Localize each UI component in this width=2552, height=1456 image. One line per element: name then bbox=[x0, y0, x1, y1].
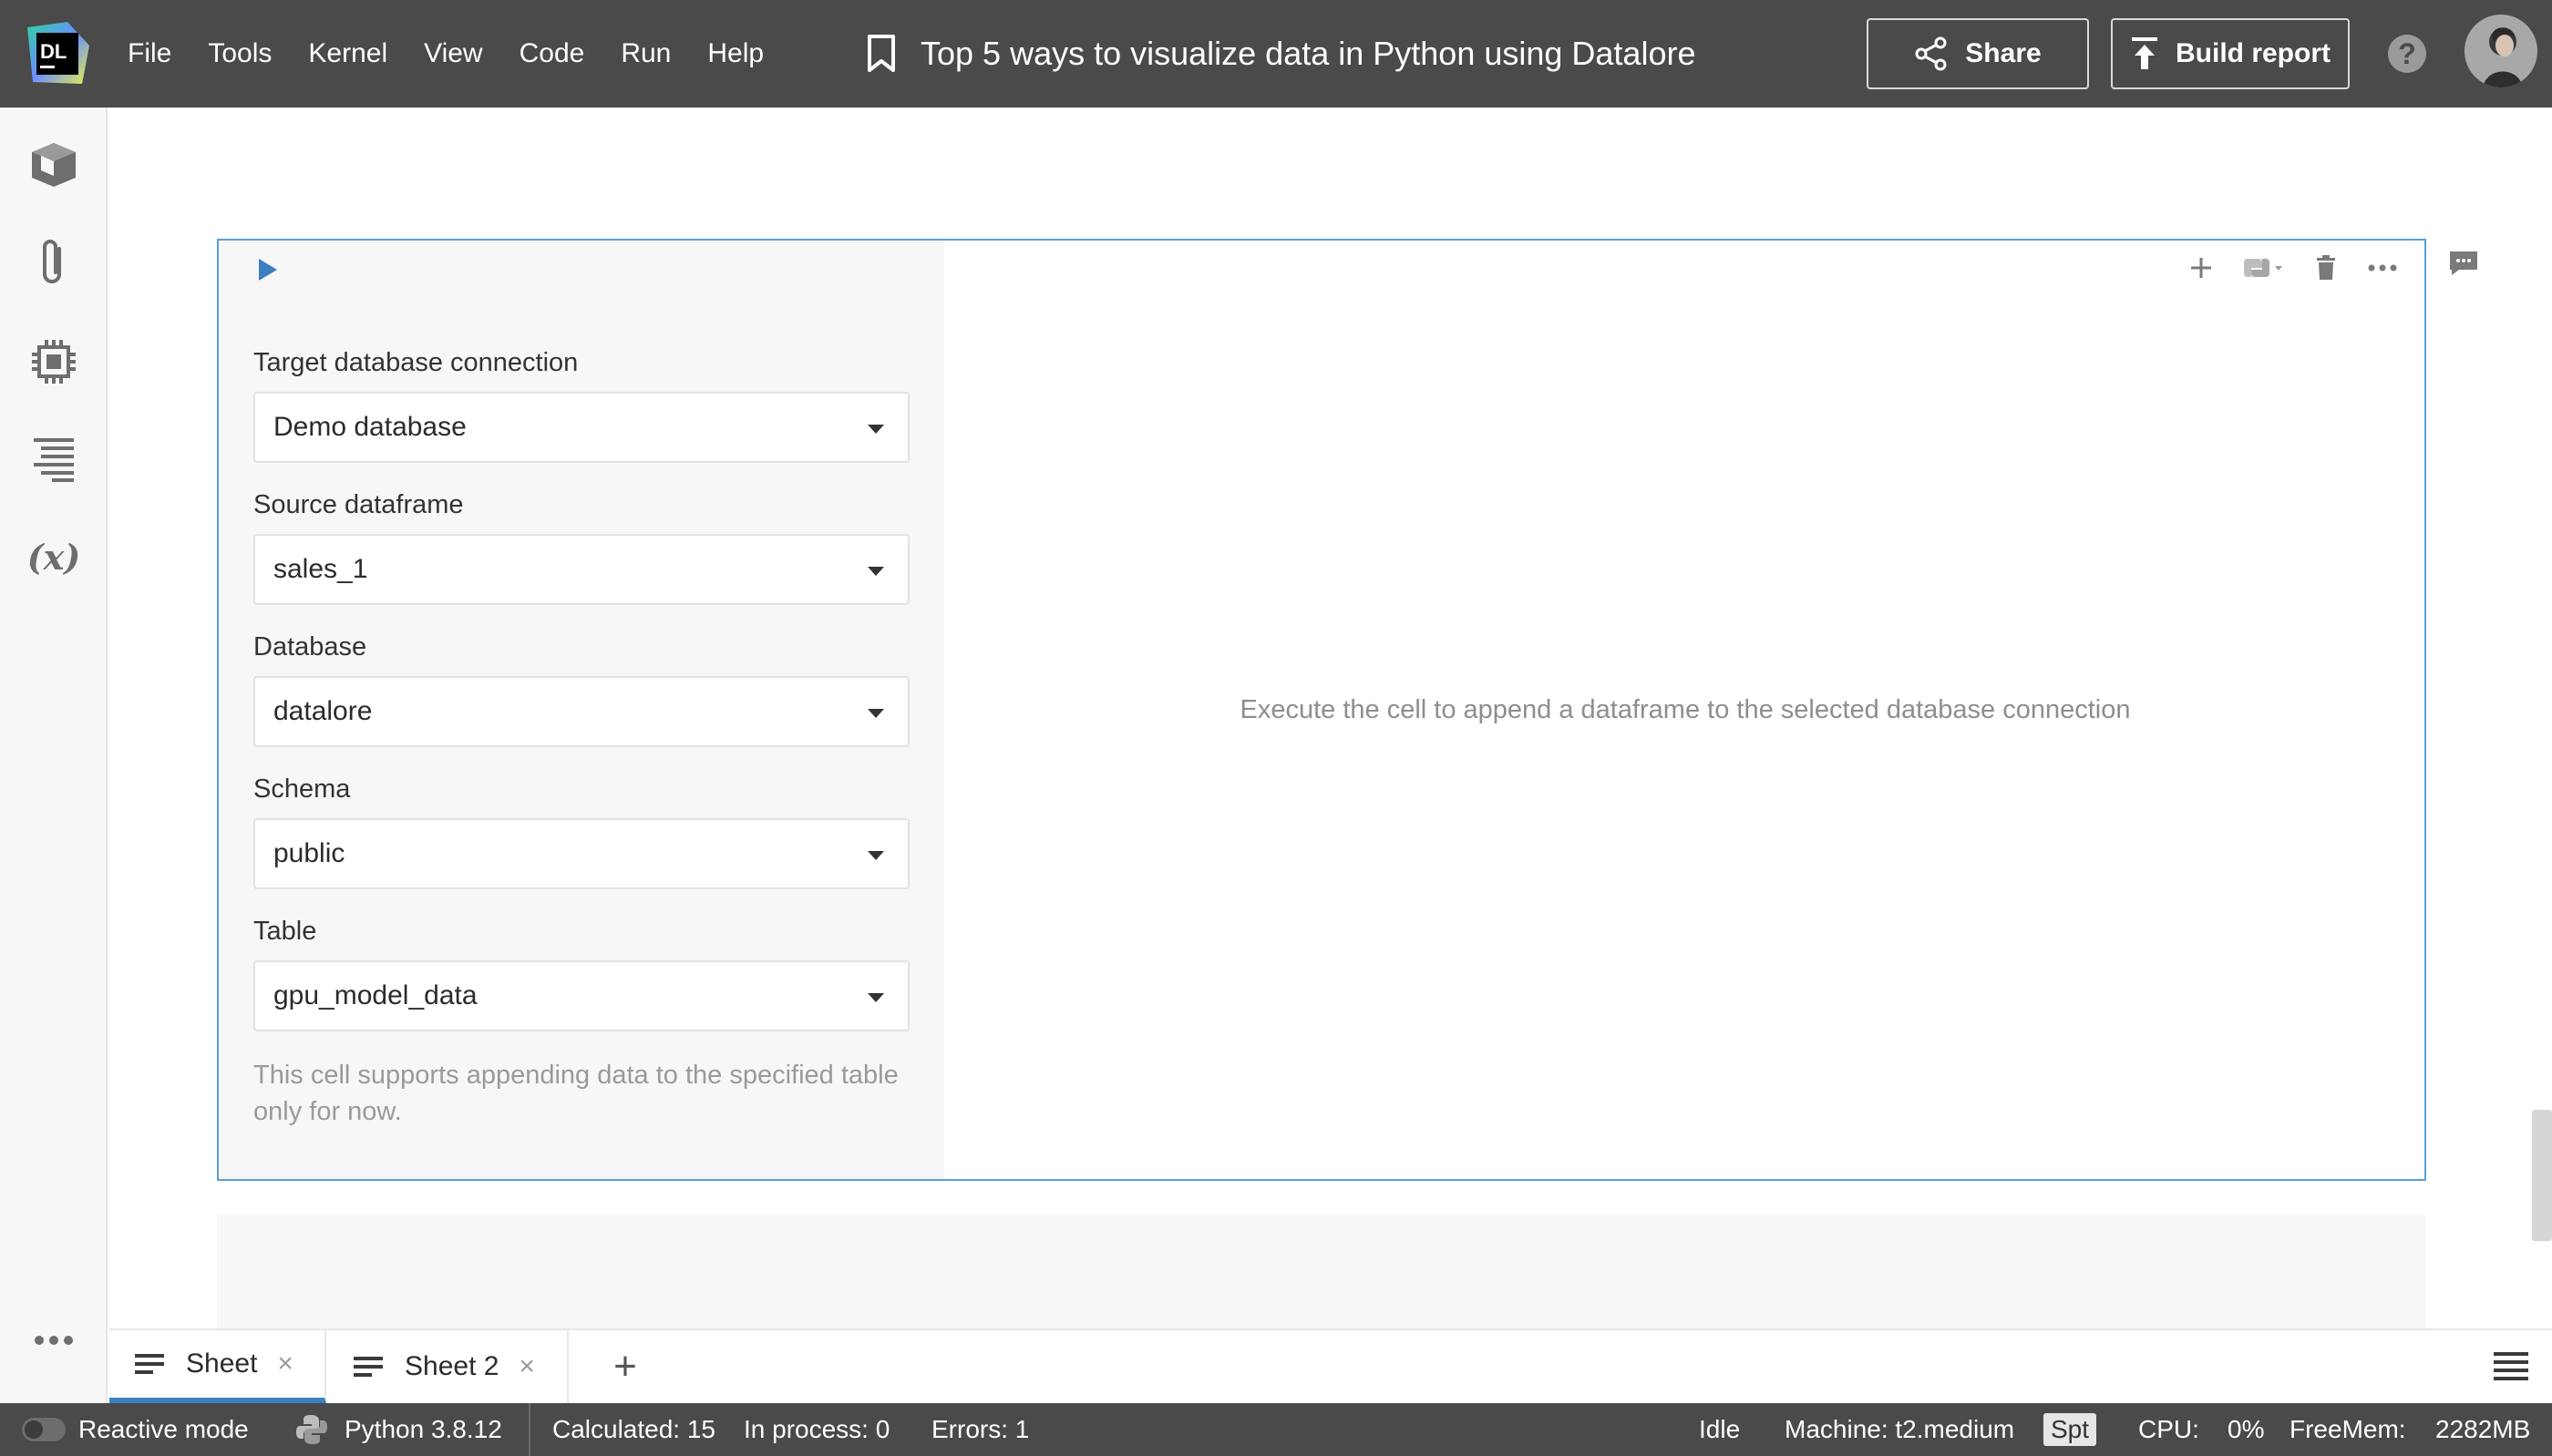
table-label: Table bbox=[253, 917, 317, 946]
table-value: gpu_model_data bbox=[273, 980, 478, 1010]
target-connection-value: Demo database bbox=[273, 412, 467, 442]
python-icon bbox=[296, 1415, 327, 1444]
upload-icon bbox=[2132, 37, 2157, 69]
chevron-down-icon bbox=[868, 851, 884, 860]
top-bar: DL File Tools Kernel View Code Run Help … bbox=[0, 0, 2552, 108]
left-sidebar: (x) bbox=[0, 108, 108, 1403]
chevron-down-icon bbox=[868, 425, 884, 434]
schema-label: Schema bbox=[253, 774, 351, 804]
datalore-logo[interactable]: DL bbox=[22, 18, 93, 89]
kernel-version[interactable]: Python 3.8.12 bbox=[295, 1403, 502, 1456]
status-bar: Reactive mode Python 3.8.12 Calculated: … bbox=[0, 1403, 2552, 1456]
sheet-icon bbox=[354, 1357, 383, 1377]
machine-type[interactable]: Machine: t2.medium bbox=[1785, 1403, 2014, 1456]
chip-icon[interactable] bbox=[27, 335, 80, 388]
source-dataframe-label: Source dataframe bbox=[253, 490, 464, 519]
more-icon[interactable] bbox=[27, 1314, 80, 1367]
run-cell-icon[interactable] bbox=[255, 255, 281, 284]
share-button[interactable]: Share bbox=[1867, 18, 2089, 89]
schema-value: public bbox=[273, 838, 345, 868]
in-process-count: In process: 0 bbox=[744, 1415, 890, 1443]
source-dataframe-value: sales_1 bbox=[273, 554, 368, 584]
spot-badge-text: Spt bbox=[2043, 1413, 2097, 1446]
build-report-button[interactable]: Build report bbox=[2111, 18, 2350, 89]
database-label: Database bbox=[253, 632, 367, 661]
cpu-value: 0% bbox=[2228, 1415, 2265, 1443]
reactive-mode-label: Reactive mode bbox=[78, 1415, 249, 1443]
avatar[interactable] bbox=[2465, 15, 2537, 87]
freemem-value: 2282MB bbox=[2435, 1415, 2531, 1443]
vertical-scrollbar[interactable] bbox=[2532, 1110, 2552, 1241]
add-sheet-icon[interactable]: + bbox=[583, 1330, 667, 1403]
spot-badge: Spt bbox=[2043, 1403, 2097, 1456]
notebook-title[interactable]: Top 5 ways to visualize data in Python u… bbox=[866, 0, 1695, 108]
reactive-mode-toggle[interactable]: Reactive mode bbox=[22, 1403, 249, 1456]
menu-run[interactable]: Run bbox=[621, 38, 671, 69]
sheets-list-icon[interactable] bbox=[2494, 1350, 2528, 1383]
sheet-tab-bar: Sheet × Sheet 2 × + bbox=[109, 1328, 2552, 1403]
cell-form-panel: Target database connection Demo database… bbox=[219, 241, 944, 1179]
cell-toolbar bbox=[2158, 248, 2397, 288]
notebook-title-text: Top 5 ways to visualize data in Python u… bbox=[921, 35, 1696, 72]
python-version: Python 3.8.12 bbox=[345, 1415, 502, 1443]
database-value: datalore bbox=[273, 696, 373, 726]
tab-sheet-label: Sheet bbox=[186, 1348, 258, 1379]
user-avatar-icon bbox=[2465, 15, 2537, 87]
sql-append-cell[interactable]: Target database connection Demo database… bbox=[217, 239, 2426, 1181]
main-menu: File Tools Kernel View Code Run Help bbox=[128, 0, 800, 108]
menu-kernel[interactable]: Kernel bbox=[308, 38, 387, 69]
build-report-label: Build report bbox=[2176, 38, 2331, 68]
delete-cell-icon[interactable] bbox=[2315, 255, 2337, 281]
cell-output-placeholder: Execute the cell to append a dataframe t… bbox=[1240, 694, 2131, 724]
calculated-count: Calculated: 15 bbox=[529, 1403, 715, 1456]
tab-sheet-2-label: Sheet 2 bbox=[405, 1351, 499, 1381]
outline-icon[interactable] bbox=[27, 432, 80, 485]
tab-sheet[interactable]: Sheet × bbox=[109, 1330, 326, 1403]
chevron-down-icon bbox=[868, 567, 884, 576]
chevron-down-icon bbox=[868, 993, 884, 1002]
menu-view[interactable]: View bbox=[424, 38, 482, 69]
share-button-label: Share bbox=[1965, 38, 2042, 68]
toggle-switch[interactable] bbox=[22, 1418, 66, 1441]
tab-sheet-2[interactable]: Sheet 2 × bbox=[328, 1330, 569, 1403]
comment-icon[interactable] bbox=[2448, 250, 2479, 277]
append-only-hint: This cell supports appending data to the… bbox=[253, 1061, 899, 1126]
target-connection-select[interactable]: Demo database bbox=[253, 392, 910, 463]
freemem-label: FreeMem: bbox=[2290, 1415, 2406, 1443]
chevron-down-icon bbox=[868, 709, 884, 718]
variables-icon[interactable]: (x) bbox=[27, 530, 81, 583]
attachment-icon[interactable] bbox=[27, 237, 80, 290]
bookmark-icon[interactable] bbox=[866, 34, 897, 74]
add-cell-icon[interactable] bbox=[2189, 256, 2213, 280]
sheet-icon bbox=[135, 1354, 164, 1374]
python-cell-type-icon[interactable] bbox=[2244, 255, 2284, 281]
cpu-label: CPU: bbox=[2138, 1415, 2199, 1443]
source-dataframe-select[interactable]: sales_1 bbox=[253, 534, 910, 605]
schema-select[interactable]: public bbox=[253, 818, 910, 889]
table-select[interactable]: gpu_model_data bbox=[253, 960, 910, 1031]
menu-file[interactable]: File bbox=[128, 38, 171, 69]
menu-code[interactable]: Code bbox=[520, 38, 585, 69]
target-connection-label: Target database connection bbox=[253, 348, 579, 377]
share-icon bbox=[1915, 36, 1947, 71]
next-cell[interactable] bbox=[217, 1215, 2426, 1328]
close-icon[interactable]: × bbox=[519, 1351, 535, 1382]
menu-tools[interactable]: Tools bbox=[208, 38, 272, 69]
kernel-state: Idle bbox=[1699, 1415, 1741, 1443]
help-icon[interactable]: ? bbox=[2388, 35, 2426, 73]
cell-more-icon[interactable] bbox=[2368, 264, 2397, 272]
menu-help[interactable]: Help bbox=[707, 38, 764, 69]
package-icon[interactable] bbox=[27, 138, 80, 191]
database-select[interactable]: datalore bbox=[253, 676, 910, 747]
errors-count[interactable]: Errors: 1 bbox=[931, 1403, 1029, 1456]
logo-text: DL bbox=[40, 40, 67, 63]
close-icon[interactable]: × bbox=[277, 1348, 293, 1379]
